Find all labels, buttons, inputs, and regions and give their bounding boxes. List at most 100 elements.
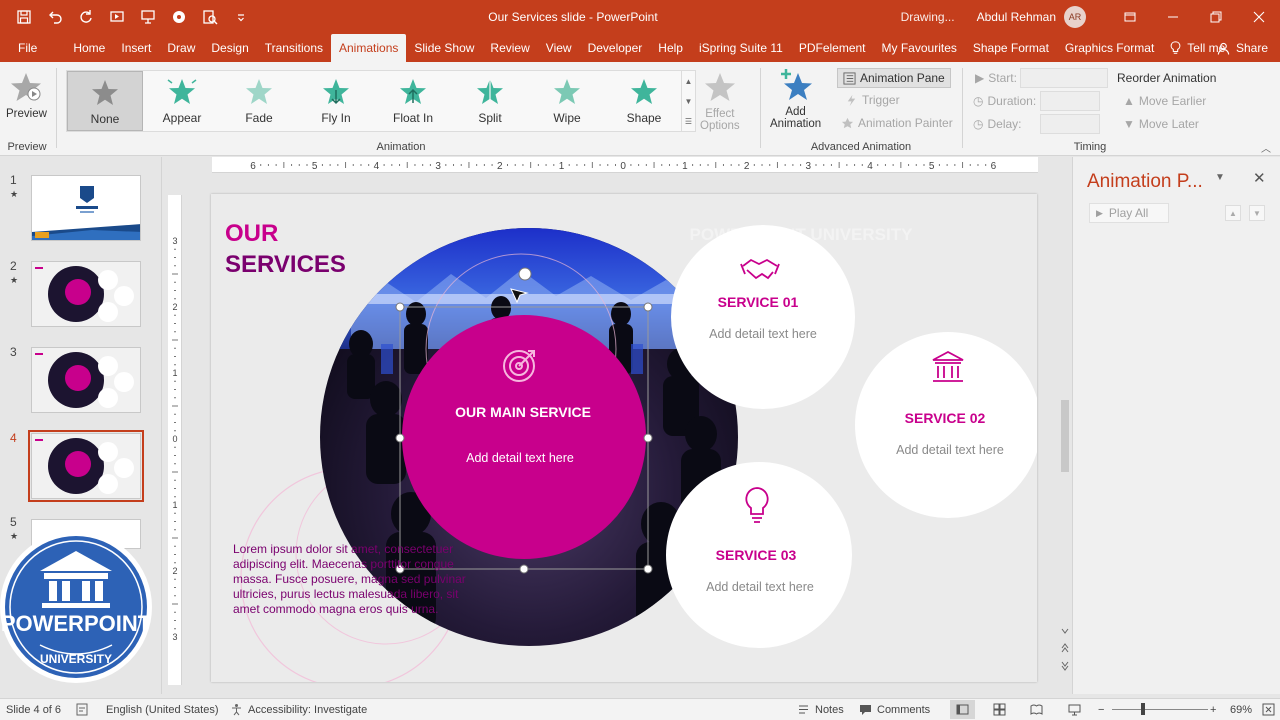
- gallery-more-icon[interactable]: ☰: [685, 117, 692, 126]
- slide-canvas[interactable]: POWERPOINT UNIVERSITY OUR MAIN SERVICE A…: [211, 194, 1037, 682]
- tab-file[interactable]: File: [10, 34, 45, 62]
- tab-slide-show[interactable]: Slide Show: [406, 34, 482, 62]
- slide-thumbnail-2[interactable]: [31, 261, 141, 327]
- animation-split[interactable]: Split: [452, 71, 528, 131]
- accessibility-label: Accessibility: Investigate: [248, 703, 368, 716]
- tab-review[interactable]: Review: [482, 34, 537, 62]
- lightbulb-icon: [1170, 41, 1181, 54]
- thumb-number: 2 ★: [10, 259, 19, 285]
- tab-home[interactable]: Home: [65, 34, 113, 62]
- tab-view[interactable]: View: [538, 34, 580, 62]
- tab-ispring[interactable]: iSpring Suite 11: [691, 34, 791, 62]
- close-pane-icon[interactable]: ✕: [1253, 169, 1266, 187]
- reading-view-icon[interactable]: [1030, 703, 1043, 716]
- tab-pdfelement[interactable]: PDFelement: [791, 34, 874, 62]
- advanced-animation-group: Advanced Animation: [762, 62, 960, 156]
- chevron-up-icon[interactable]: ▲: [685, 77, 693, 86]
- spelling-icon[interactable]: [76, 703, 89, 716]
- pane-options-icon[interactable]: ▼: [1215, 172, 1225, 183]
- share-label: Share: [1235, 41, 1268, 55]
- move-up-icon[interactable]: ▲: [1225, 205, 1241, 221]
- advanced-group-label: Advanced Animation: [810, 141, 912, 153]
- ruler-label: 2: [744, 161, 750, 172]
- thumb-number: 3: [10, 345, 17, 359]
- minimize-icon[interactable]: [1151, 0, 1194, 34]
- preview-button[interactable]: Preview: [6, 70, 47, 120]
- main-service-title: OUR MAIN SERVICE: [455, 404, 591, 420]
- avatar[interactable]: AR: [1064, 6, 1086, 28]
- zoom-level[interactable]: 69%: [1230, 704, 1252, 716]
- zoom-in-icon[interactable]: +: [1210, 704, 1216, 716]
- comments-button[interactable]: Comments: [859, 703, 930, 716]
- normal-view-icon[interactable]: [950, 700, 975, 719]
- ribbon-display-icon[interactable]: [1108, 0, 1151, 34]
- animation-label: Appear: [162, 111, 202, 125]
- star-float-in-icon: [400, 79, 426, 104]
- ruler-label: 2: [497, 161, 503, 172]
- effect-options-button[interactable]: Effect Options: [700, 70, 740, 132]
- slide-thumbnail-3[interactable]: [31, 347, 141, 413]
- animation-label: Fly In: [321, 111, 351, 125]
- slide-thumbnail-1[interactable]: [31, 175, 141, 241]
- title-bar: Our Services slide - PowerPoint Drawing.…: [0, 0, 1280, 34]
- slide-thumbnail-4[interactable]: [28, 430, 144, 502]
- tab-design[interactable]: Design: [203, 34, 256, 62]
- animation-pane: Animation P... ▼ ✕ ▶ Play All ▲ ▼: [1072, 157, 1280, 694]
- animation-label: None: [90, 112, 120, 126]
- notes-button[interactable]: Notes: [797, 703, 844, 716]
- tab-draw[interactable]: Draw: [159, 34, 203, 62]
- lorem-paragraph[interactable]: Lorem ipsum dolor sit amet, consectetuer…: [233, 542, 466, 616]
- tab-help[interactable]: Help: [650, 34, 691, 62]
- animation-float-in[interactable]: Float In: [375, 71, 451, 131]
- service-01-title: SERVICE 01: [718, 294, 799, 310]
- animation-fly-in[interactable]: Fly In: [298, 71, 374, 131]
- tab-transitions[interactable]: Transitions: [257, 34, 331, 62]
- preview-group-label: Preview: [7, 141, 47, 153]
- ruler-ticks: 6 5 4 3 2 1 0 1 2 3 4 5 6: [250, 161, 996, 172]
- rotate-handle-icon[interactable]: [518, 267, 532, 281]
- animation-none[interactable]: None: [67, 71, 143, 131]
- star-preview-icon: [11, 73, 42, 101]
- user-name[interactable]: Abdul Rehman: [977, 10, 1056, 24]
- play-all-button[interactable]: ▶ Play All: [1089, 203, 1169, 223]
- animation-group-label: Animation: [376, 141, 426, 153]
- animation-wipe[interactable]: Wipe: [529, 71, 605, 131]
- move-down-icon[interactable]: ▼: [1249, 205, 1265, 221]
- animation-fade[interactable]: Fade: [221, 71, 297, 131]
- thumb-preview: [32, 262, 140, 326]
- preview-group: Preview Preview: [0, 62, 54, 156]
- zoom-slider-thumb[interactable]: [1141, 703, 1145, 715]
- vertical-scrollbar[interactable]: [1058, 157, 1072, 679]
- tab-my-favourites[interactable]: My Favourites: [874, 34, 965, 62]
- close-icon[interactable]: [1237, 0, 1280, 34]
- accessibility-status[interactable]: Accessibility: Investigate: [230, 703, 367, 716]
- restore-icon[interactable]: [1194, 0, 1237, 34]
- tab-developer[interactable]: Developer: [580, 34, 651, 62]
- slide-counter[interactable]: Slide 4 of 6: [6, 704, 61, 716]
- slide-content: POWERPOINT UNIVERSITY OUR MAIN SERVICE A…: [225, 220, 1037, 682]
- tab-animations[interactable]: Animations: [331, 34, 407, 62]
- animation-appear[interactable]: Appear: [144, 71, 220, 131]
- tab-graphics-format[interactable]: Graphics Format: [1057, 34, 1162, 62]
- animation-shape[interactable]: Shape: [606, 71, 682, 131]
- gallery-scroll[interactable]: ▲ ▼ ☰: [681, 71, 695, 131]
- zoom-out-icon[interactable]: −: [1098, 704, 1104, 716]
- fit-slide-icon[interactable]: [1262, 703, 1275, 716]
- share-button[interactable]: Share: [1217, 34, 1268, 62]
- language-status[interactable]: English (United States): [106, 704, 219, 716]
- thumb-number: 1 ★: [10, 173, 19, 199]
- chevron-down-icon[interactable]: ▼: [685, 97, 693, 106]
- service-01-text: Add detail text here: [709, 327, 817, 341]
- ruler-label: 4: [867, 161, 873, 172]
- accessibility-icon: [232, 704, 241, 716]
- timing-group-label: Timing: [1073, 141, 1107, 153]
- service-01-circle[interactable]: [671, 225, 855, 409]
- star-shape-icon: [631, 79, 657, 104]
- tab-insert[interactable]: Insert: [113, 34, 159, 62]
- slide-sorter-icon[interactable]: [993, 703, 1006, 716]
- tab-shape-format[interactable]: Shape Format: [965, 34, 1057, 62]
- collapse-ribbon-icon[interactable]: ︿: [1261, 140, 1271, 155]
- slideshow-view-icon[interactable]: [1068, 703, 1081, 716]
- zoom-slider-track[interactable]: [1112, 709, 1208, 710]
- drawing-status: Drawing...: [900, 10, 955, 24]
